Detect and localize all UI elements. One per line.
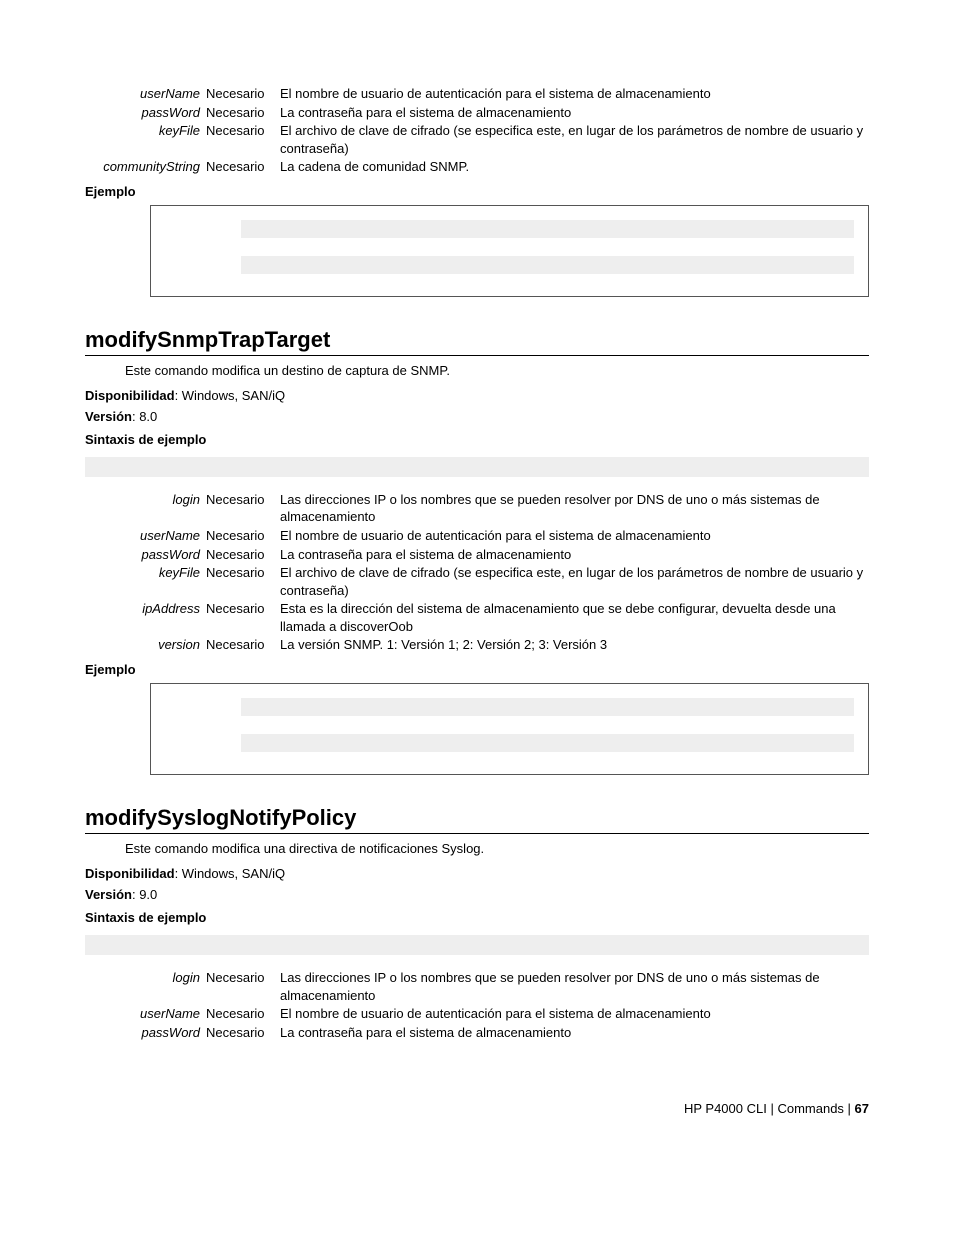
param-desc: La contraseña para el sistema de almacen… bbox=[280, 1024, 869, 1042]
param-desc: Las direcciones IP o los nombres que se … bbox=[280, 491, 869, 526]
command-heading-modifysyslognotifypolicy: modifySyslogNotifyPolicy bbox=[85, 805, 869, 834]
version-line: Versión: 9.0 bbox=[85, 887, 869, 902]
param-desc: La cadena de comunidad SNMP. bbox=[280, 158, 869, 176]
table-row: passWord Necesario La contraseña para el… bbox=[125, 1024, 869, 1042]
footer-section: Commands bbox=[777, 1101, 843, 1116]
availability-line: Disponibilidad: Windows, SAN/iQ bbox=[85, 388, 869, 403]
param-desc: Las direcciones IP o los nombres que se … bbox=[280, 969, 869, 1004]
table-row: communityString Necesario La cadena de c… bbox=[85, 158, 869, 176]
table-row: userName Necesario El nombre de usuario … bbox=[125, 1005, 869, 1023]
syntax-label: Sintaxis de ejemplo bbox=[85, 910, 869, 925]
version-label: Versión bbox=[85, 887, 132, 902]
param-name: login bbox=[125, 969, 206, 987]
command-intro: Este comando modifica un destino de capt… bbox=[125, 362, 869, 380]
param-name: userName bbox=[125, 1005, 206, 1023]
page-footer: HP P4000 CLI | Commands | 67 bbox=[85, 1101, 869, 1116]
param-required: Necesario bbox=[206, 1024, 280, 1042]
command-heading-modifysnmptraptarget: modifySnmpTrapTarget bbox=[85, 327, 869, 356]
param-name: passWord bbox=[125, 1024, 206, 1042]
table-row: login Necesario Las direcciones IP o los… bbox=[125, 969, 869, 1004]
cmd1-param-table: login Necesario Las direcciones IP o los… bbox=[125, 491, 869, 654]
example-box bbox=[150, 205, 869, 297]
version-label: Versión bbox=[85, 409, 132, 424]
table-row: keyFile Necesario El archivo de clave de… bbox=[125, 564, 869, 599]
version-value: : 8.0 bbox=[132, 409, 157, 424]
param-desc: El nombre de usuario de autenticación pa… bbox=[280, 1005, 869, 1023]
code-placeholder-bar bbox=[241, 698, 854, 716]
param-required: Necesario bbox=[206, 85, 280, 103]
footer-product: HP P4000 CLI bbox=[684, 1101, 767, 1116]
table-row: userName Necesario El nombre de usuario … bbox=[85, 85, 869, 103]
param-desc: El nombre de usuario de autenticación pa… bbox=[280, 527, 869, 545]
param-desc: El archivo de clave de cifrado (se espec… bbox=[280, 122, 869, 157]
availability-value: : Windows, SAN/iQ bbox=[175, 866, 286, 881]
syntax-label: Sintaxis de ejemplo bbox=[85, 432, 869, 447]
param-desc: La contraseña para el sistema de almacen… bbox=[280, 104, 869, 122]
availability-label: Disponibilidad bbox=[85, 388, 175, 403]
footer-sep: | bbox=[844, 1101, 855, 1116]
table-row: keyFile Necesario El archivo de clave de… bbox=[85, 122, 869, 157]
code-placeholder-bar bbox=[85, 935, 869, 955]
param-required: Necesario bbox=[206, 527, 280, 545]
table-row: passWord Necesario La contraseña para el… bbox=[125, 546, 869, 564]
param-desc: La contraseña para el sistema de almacen… bbox=[280, 546, 869, 564]
param-required: Necesario bbox=[206, 546, 280, 564]
param-name: passWord bbox=[125, 546, 206, 564]
code-placeholder-bar bbox=[241, 220, 854, 238]
param-name: keyFile bbox=[125, 564, 206, 582]
availability-value: : Windows, SAN/iQ bbox=[175, 388, 286, 403]
code-placeholder-bar bbox=[241, 734, 854, 752]
param-required: Necesario bbox=[206, 564, 280, 582]
param-required: Necesario bbox=[206, 969, 280, 987]
syntax-block bbox=[85, 457, 869, 477]
availability-line: Disponibilidad: Windows, SAN/iQ bbox=[85, 866, 869, 881]
param-required: Necesario bbox=[206, 491, 280, 509]
param-required: Necesario bbox=[206, 1005, 280, 1023]
version-line: Versión: 8.0 bbox=[85, 409, 869, 424]
table-row: ipAddress Necesario Esta es la dirección… bbox=[125, 600, 869, 635]
availability-label: Disponibilidad bbox=[85, 866, 175, 881]
param-name: communityString bbox=[85, 158, 206, 176]
param-name: userName bbox=[85, 85, 206, 103]
code-placeholder-bar bbox=[241, 256, 854, 274]
param-name: userName bbox=[125, 527, 206, 545]
command-intro: Este comando modifica una directiva de n… bbox=[125, 840, 869, 858]
param-name: ipAddress bbox=[125, 600, 206, 618]
param-required: Necesario bbox=[206, 158, 280, 176]
param-name: login bbox=[125, 491, 206, 509]
param-required: Necesario bbox=[206, 104, 280, 122]
table-row: passWord Necesario La contraseña para el… bbox=[85, 104, 869, 122]
table-row: version Necesario La versión SNMP. 1: Ve… bbox=[125, 636, 869, 654]
table-row: userName Necesario El nombre de usuario … bbox=[125, 527, 869, 545]
cmd2-param-table: login Necesario Las direcciones IP o los… bbox=[125, 969, 869, 1041]
param-desc: El archivo de clave de cifrado (se espec… bbox=[280, 564, 869, 599]
param-desc: Esta es la dirección del sistema de alma… bbox=[280, 600, 869, 635]
page-content: userName Necesario El nombre de usuario … bbox=[0, 0, 954, 1156]
table-row: login Necesario Las direcciones IP o los… bbox=[125, 491, 869, 526]
footer-sep: | bbox=[767, 1101, 778, 1116]
param-name: passWord bbox=[85, 104, 206, 122]
code-placeholder-bar bbox=[85, 457, 869, 477]
example-label: Ejemplo bbox=[85, 662, 869, 677]
example-box bbox=[150, 683, 869, 775]
param-required: Necesario bbox=[206, 600, 280, 618]
param-required: Necesario bbox=[206, 636, 280, 654]
param-desc: El nombre de usuario de autenticación pa… bbox=[280, 85, 869, 103]
param-name: keyFile bbox=[85, 122, 206, 140]
top-param-table: userName Necesario El nombre de usuario … bbox=[85, 85, 869, 176]
param-name: version bbox=[125, 636, 206, 654]
param-required: Necesario bbox=[206, 122, 280, 140]
version-value: : 9.0 bbox=[132, 887, 157, 902]
example-label: Ejemplo bbox=[85, 184, 869, 199]
param-desc: La versión SNMP. 1: Versión 1; 2: Versió… bbox=[280, 636, 869, 654]
page-number: 67 bbox=[855, 1101, 869, 1116]
syntax-block bbox=[85, 935, 869, 955]
